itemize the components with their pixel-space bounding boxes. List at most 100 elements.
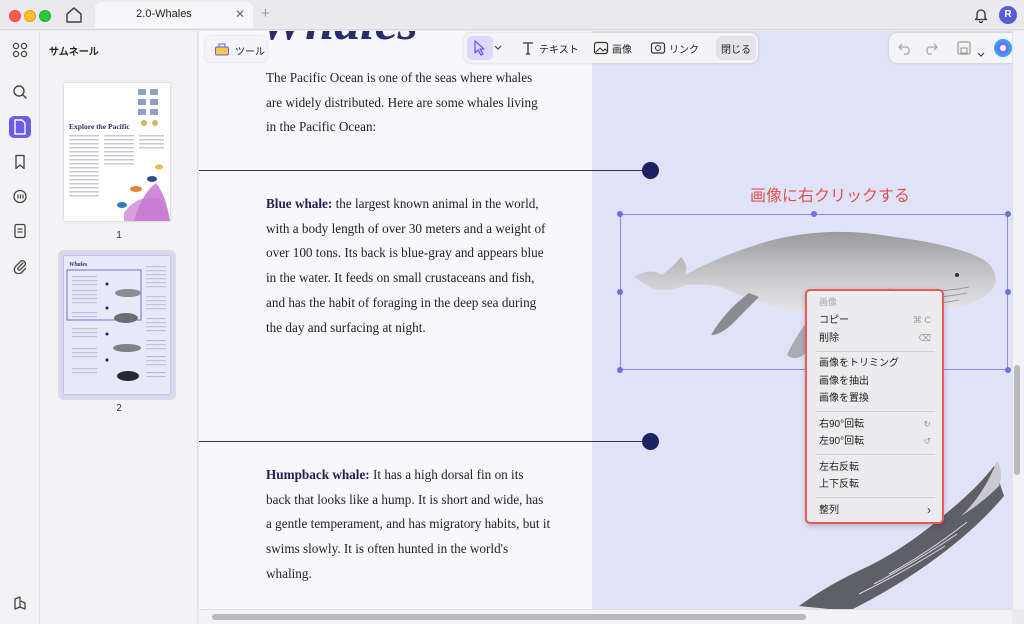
menu-separator <box>816 351 935 352</box>
tools-label: ツール <box>235 47 265 58</box>
menu-item-align[interactable]: 整列 › <box>819 503 931 518</box>
timeline-line-1 <box>199 170 642 171</box>
menu-item-rotate-left[interactable]: 左90°回転 ↺ <box>819 434 931 449</box>
new-tab-icon[interactable]: + <box>261 5 270 22</box>
menu-item-delete[interactable]: 削除 ⌫ <box>819 331 931 346</box>
resize-handle-bottom-right[interactable] <box>1005 367 1011 373</box>
intro-paragraph: The Pacific Ocean is one of the seas whe… <box>266 70 538 135</box>
resize-handle-bottom-left[interactable] <box>617 367 623 373</box>
text-tool-label: テキスト <box>539 44 579 56</box>
resize-handle-top[interactable] <box>811 211 817 217</box>
menu-item-rotate-right[interactable]: 右90°回転 ↻ <box>819 417 931 432</box>
redo-icon[interactable] <box>923 40 939 61</box>
image-tool-button[interactable]: 画像 <box>593 36 632 60</box>
page-thumbnail-2[interactable]: Whales <box>64 256 170 394</box>
image-icon <box>593 41 609 55</box>
page-thumbnail-1[interactable]: Explore the Pacific <box>64 83 170 221</box>
horizontal-scrollbar-thumb[interactable] <box>212 614 806 620</box>
blue-whale-paragraph: Blue whale: the largest known animal in … <box>266 192 551 340</box>
page-number-2: 2 <box>116 403 122 414</box>
close-window-button[interactable] <box>9 10 21 22</box>
copy-shortcut: ⌘ C <box>913 315 931 325</box>
timeline-dot-1 <box>642 162 659 179</box>
menu-item-trim-image[interactable]: 画像をトリミング <box>819 356 931 371</box>
bookmark-icon[interactable] <box>9 151 31 173</box>
menu-item-align-label: 整列 <box>819 505 839 516</box>
resize-handle-top-right[interactable] <box>1005 211 1011 217</box>
context-menu-header: 画像 <box>819 297 838 307</box>
form-icon[interactable] <box>9 220 31 242</box>
tools-button[interactable]: ツール <box>205 36 267 62</box>
menu-item-extract-image[interactable]: 画像を抽出 <box>819 374 931 389</box>
chevron-down-icon[interactable] <box>494 36 504 60</box>
bell-icon[interactable] <box>972 6 990 24</box>
link-tool-button[interactable]: リンク <box>650 36 699 60</box>
timeline-line-2 <box>199 441 642 442</box>
menu-separator <box>816 454 935 455</box>
document-tab[interactable]: 2.0-Whales ✕ <box>95 2 253 28</box>
text-tool-button[interactable]: テキスト <box>520 36 579 60</box>
link-tool-label: リンク <box>669 44 699 56</box>
humpback-text: It has a high dorsal fin on its back tha… <box>266 467 551 581</box>
menu-item-copy-label: コピー <box>819 315 849 326</box>
vertical-scrollbar-thumb[interactable] <box>1014 365 1020 475</box>
menu-item-flip-vertical[interactable]: 上下反転 <box>819 477 931 492</box>
avatar[interactable]: R <box>999 6 1017 24</box>
save-icon[interactable] <box>956 40 972 61</box>
grid-icon[interactable] <box>9 39 31 61</box>
menu-item-flip-horizontal[interactable]: 左右反転 <box>819 460 931 475</box>
page-heading: Whales <box>259 31 418 52</box>
ai-assistant-icon[interactable] <box>993 38 1013 63</box>
rotate-left-icon: ↺ <box>923 436 931 446</box>
thumbnail-panel: サムネール Explore the Pacific 1 Whales 2 <box>40 31 198 624</box>
page-icon[interactable] <box>9 116 31 138</box>
delete-key-icon: ⌫ <box>918 333 931 343</box>
blue-whale-title: Blue whale: <box>266 196 333 211</box>
resize-handle-right[interactable] <box>1005 289 1011 295</box>
menu-item-rotate-right-label: 右90°回転 <box>819 419 865 430</box>
resize-handle-left[interactable] <box>617 289 623 295</box>
menu-item-rotate-left-label: 左90°回転 <box>819 436 865 447</box>
menu-separator <box>816 497 935 498</box>
undo-icon[interactable] <box>897 40 913 61</box>
search-icon[interactable] <box>9 81 31 103</box>
layers-icon[interactable] <box>9 592 31 614</box>
menu-item-replace-image[interactable]: 画像を置換 <box>819 391 931 406</box>
link-icon <box>650 42 666 54</box>
minimize-window-button[interactable] <box>24 10 36 22</box>
humpback-title: Humpback whale: <box>266 467 370 482</box>
submenu-arrow-icon: › <box>927 503 931 517</box>
resize-handle-top-left[interactable] <box>617 211 623 217</box>
thumbnail-2-art <box>66 266 166 381</box>
menu-item-copy[interactable]: コピー ⌘ C <box>819 313 931 328</box>
close-edit-button[interactable]: 閉じる <box>716 36 756 60</box>
page-number-1: 1 <box>116 230 122 241</box>
tab-close-icon[interactable]: ✕ <box>235 7 245 21</box>
title-bar: 2.0-Whales ✕ + R <box>0 0 1024 30</box>
home-icon[interactable] <box>63 5 85 25</box>
thumbnail-panel-title: サムネール <box>49 47 99 58</box>
attachment-icon[interactable] <box>9 255 31 277</box>
timeline-dot-2 <box>642 433 659 450</box>
zoom-window-button[interactable] <box>39 10 51 22</box>
right-toolbar <box>889 33 1019 63</box>
rotate-right-icon: ↻ <box>923 419 931 429</box>
save-chevron-down-icon[interactable] <box>977 45 985 63</box>
select-tool-button[interactable] <box>467 36 493 60</box>
left-rail <box>0 31 40 624</box>
menu-separator <box>816 411 935 412</box>
instruction-annotation: 画像に右クリックする <box>750 188 911 205</box>
toolbox-icon <box>214 41 230 60</box>
edit-toolbar: テキスト 画像 リンク 閉じる <box>464 33 758 63</box>
tab-title: 2.0-Whales <box>136 8 192 20</box>
cursor-icon <box>474 40 485 56</box>
blue-whale-text: the largest known animal in the world, w… <box>266 196 546 335</box>
text-icon <box>523 42 533 55</box>
context-menu: 画像 コピー ⌘ C 削除 ⌫ 画像をトリミング 画像を抽出 画像を置換 右90°回… <box>805 289 944 524</box>
image-tool-label: 画像 <box>612 44 632 56</box>
vertical-scrollbar[interactable] <box>1012 31 1024 609</box>
menu-item-delete-label: 削除 <box>819 333 839 344</box>
humpback-paragraph: Humpback whale: It has a high dorsal fin… <box>266 463 551 587</box>
comment-icon[interactable] <box>9 186 31 208</box>
thumbnail-1-art <box>69 89 170 221</box>
